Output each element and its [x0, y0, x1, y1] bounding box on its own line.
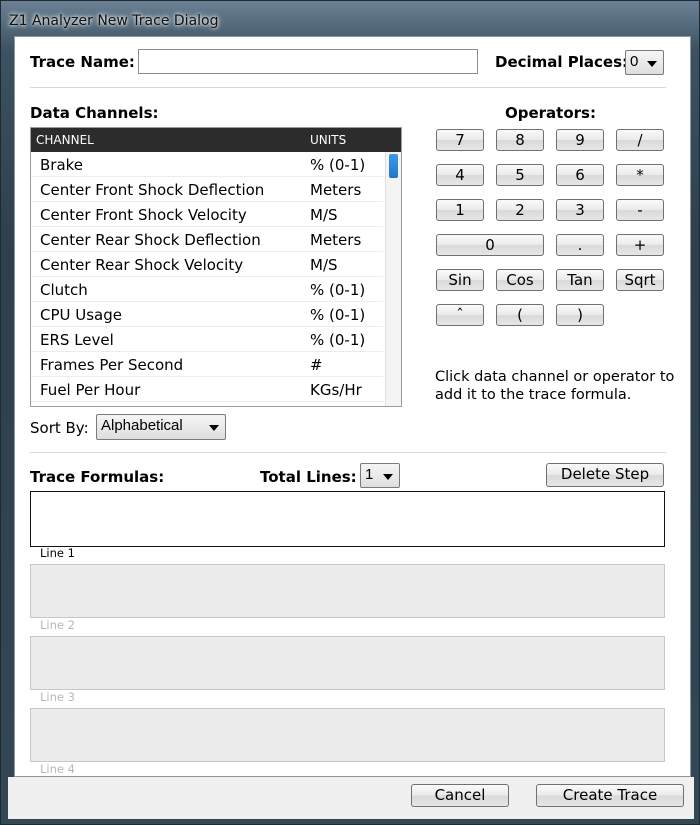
channel-name: Frames Per Second: [40, 356, 184, 374]
trace-formulas-label: Trace Formulas:: [30, 468, 165, 486]
title-bar[interactable]: Z1 Analyzer New Trace Dialog: [1, 1, 700, 35]
channel-units: % (0-1): [310, 331, 366, 349]
column-header-channel[interactable]: CHANNEL: [36, 133, 94, 147]
sort-by-value: Alphabetical: [101, 417, 183, 434]
table-row[interactable]: Clutch % (0-1): [31, 277, 383, 302]
total-lines-value: 1: [365, 466, 374, 483]
channel-name: CPU Usage: [40, 306, 123, 324]
channel-rows: Brake % (0-1) Center Front Shock Deflectio…: [31, 152, 401, 402]
table-row[interactable]: Fuel Per Hour KGs/Hr: [31, 377, 383, 402]
formula-line-1[interactable]: [30, 491, 665, 547]
channel-name: Brake: [40, 156, 84, 174]
formula-line-3: [30, 636, 665, 690]
table-row[interactable]: Center Rear Shock Deflection Meters: [31, 227, 383, 252]
chevron-down-icon: [209, 425, 219, 431]
channel-scrollbar[interactable]: [385, 152, 401, 406]
operator-button[interactable]: 4: [436, 164, 484, 186]
channel-units: #: [310, 356, 323, 374]
operator-button[interactable]: 1: [436, 199, 484, 221]
operator-button[interactable]: -: [616, 199, 664, 221]
channel-name: ERS Level: [40, 331, 114, 349]
channel-table-header: CHANNEL UNITS: [31, 128, 401, 152]
divider: [30, 452, 666, 453]
decimal-places-dropdown[interactable]: 0: [625, 50, 664, 75]
table-row[interactable]: Brake % (0-1): [31, 152, 383, 177]
operator-button[interactable]: 9: [556, 129, 604, 151]
formula-line-label: Line 1: [40, 546, 75, 560]
channel-units: % (0-1): [310, 156, 366, 174]
sort-by-dropdown[interactable]: Alphabetical: [96, 414, 226, 440]
operator-button[interactable]: Tan: [556, 269, 604, 291]
table-row[interactable]: Center Front Shock Deflection Meters: [31, 177, 383, 202]
table-row[interactable]: ERS Level % (0-1): [31, 327, 383, 352]
formula-line-4: [30, 708, 665, 762]
operator-button[interactable]: .: [556, 234, 604, 256]
operator-button[interactable]: 3: [556, 199, 604, 221]
formula-line-label: Line 3: [40, 690, 75, 704]
formula-line-2: [30, 564, 665, 618]
delete-step-button[interactable]: Delete Step: [546, 463, 664, 487]
trace-name-input[interactable]: [138, 49, 478, 74]
column-header-units[interactable]: UNITS: [310, 133, 346, 147]
total-lines-dropdown[interactable]: 1: [360, 463, 400, 488]
operator-button[interactable]: Cos: [496, 269, 544, 291]
channel-name: Center Front Shock Velocity: [40, 206, 247, 224]
sort-by-label: Sort By:: [30, 419, 89, 437]
channel-name: Center Rear Shock Velocity: [40, 256, 244, 274]
table-row[interactable]: CPU Usage % (0-1): [31, 302, 383, 327]
channel-name: Clutch: [40, 281, 88, 299]
operator-button[interactable]: 0: [436, 234, 544, 256]
table-row[interactable]: Center Rear Shock Velocity M/S: [31, 252, 383, 277]
operator-button[interactable]: *: [616, 164, 664, 186]
table-row[interactable]: Center Front Shock Velocity M/S: [31, 202, 383, 227]
channel-units: M/S: [310, 206, 338, 224]
operator-button[interactable]: /: [616, 129, 664, 151]
operator-button[interactable]: +: [616, 234, 664, 256]
operator-button[interactable]: 5: [496, 164, 544, 186]
operator-button[interactable]: Sin: [436, 269, 484, 291]
channel-units: % (0-1): [310, 306, 366, 324]
formula-line-label: Line 4: [40, 762, 75, 776]
channel-table[interactable]: CHANNEL UNITS Brake % (0-1) Center Front S…: [30, 127, 402, 407]
operator-button[interactable]: 7: [436, 129, 484, 151]
channel-name: Center Front Shock Deflection: [40, 181, 265, 199]
operator-button[interactable]: ˆ: [436, 304, 484, 326]
operator-button[interactable]: Sqrt: [616, 269, 664, 291]
channel-units: Meters: [310, 231, 362, 249]
channel-name: Center Rear Shock Deflection: [40, 231, 261, 249]
channel-units: Meters: [310, 181, 362, 199]
operators-label: Operators:: [505, 104, 596, 122]
create-trace-button[interactable]: Create Trace: [536, 784, 684, 807]
trace-name-label: Trace Name:: [30, 53, 135, 71]
operator-button[interactable]: 2: [496, 199, 544, 221]
chevron-down-icon: [647, 61, 657, 67]
channel-name: Fuel Per Hour: [40, 381, 141, 399]
decimal-places-label: Decimal Places:: [495, 53, 629, 71]
scrollbar-thumb[interactable]: [389, 154, 398, 178]
window-title: Z1 Analyzer New Trace Dialog: [9, 13, 219, 29]
decimal-places-value: 0: [630, 53, 639, 70]
divider: [30, 87, 666, 88]
operator-hint: Click data channel or operator to add it…: [435, 369, 675, 403]
dialog-window: Z1 Analyzer New Trace Dialog Trace Name:…: [0, 0, 700, 825]
chevron-down-icon: [383, 474, 393, 480]
operator-button[interactable]: 6: [556, 164, 604, 186]
channel-units: KGs/Hr: [310, 381, 362, 399]
channel-units: % (0-1): [310, 281, 366, 299]
table-row[interactable]: Frames Per Second #: [31, 352, 383, 377]
formula-line-label: Line 2: [40, 618, 75, 632]
operator-button[interactable]: (: [496, 304, 544, 326]
cancel-button[interactable]: Cancel: [411, 784, 509, 807]
total-lines-label: Total Lines:: [260, 468, 357, 486]
channel-units: M/S: [310, 256, 338, 274]
operator-button[interactable]: 8: [496, 129, 544, 151]
operator-button[interactable]: ): [556, 304, 604, 326]
data-channels-label: Data Channels:: [30, 104, 159, 122]
